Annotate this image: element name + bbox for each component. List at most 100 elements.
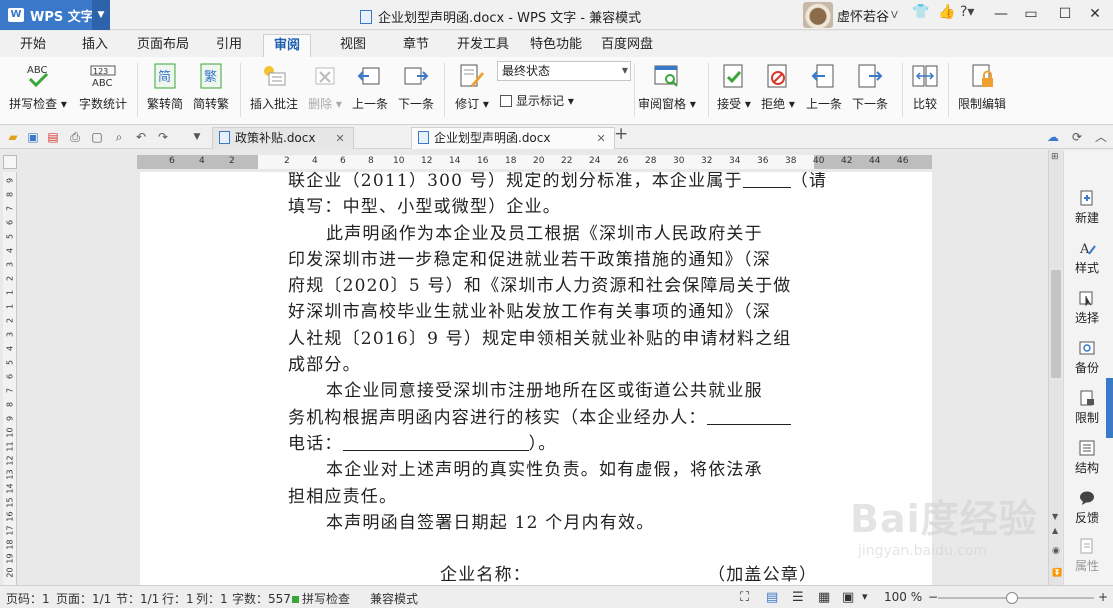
skin-icon[interactable]: 👕 [912,4,929,20]
close-button[interactable]: ✕ [1082,3,1108,25]
outline-view-icon[interactable]: ☰ [792,590,804,605]
wps-menu-button[interactable]: W WPS 文字 ▼ [0,0,110,30]
open-folder-icon[interactable]: ▰ [6,130,20,144]
simp-to-trad-button[interactable]: 繁 简转繁 [190,61,232,117]
zoom-out-icon[interactable]: − [928,590,938,604]
scrollbar-thumb[interactable] [1051,270,1061,378]
svg-text:简: 简 [158,69,171,85]
close-icon[interactable]: ✕ [596,132,605,145]
page-view-icon[interactable]: ▤ [766,590,778,605]
ruler-corner[interactable] [3,155,17,169]
reject-change-button[interactable]: 拒绝 ▾ [758,61,798,117]
word-count-button[interactable]: 123 ABC 字数统计 [76,61,130,117]
select-browse-object-icon[interactable]: ◉ [1052,546,1060,556]
tab-review[interactable]: 审阅 [263,34,312,57]
tab-special-features[interactable]: 特色功能 [520,34,592,57]
scroll-up-icon[interactable]: ▲ [1052,526,1058,535]
status-word-count[interactable]: 字数：557 [232,590,291,607]
scroll-down-icon[interactable]: ▼ [1052,512,1058,521]
status-pages[interactable]: 页面：1/1 [56,590,111,607]
status-section[interactable]: 节：1/1 [116,590,159,607]
tab-insert[interactable]: 插入 [72,34,118,57]
collapse-ribbon-icon[interactable]: ︿ [1094,130,1108,144]
zoom-dropdown-icon[interactable]: ▾ [862,590,868,603]
tab-view[interactable]: 视图 [330,34,376,57]
print-preview-icon[interactable]: ▢ [90,130,104,144]
compare-button[interactable]: 比较 [908,61,942,117]
chevron-down-icon[interactable]: ▼ [92,0,110,30]
review-pane-button[interactable]: 审阅窗格 ▾ [638,61,696,117]
doc-tab-policy-subsidy[interactable]: 政策补贴.docx ✕ [212,127,354,149]
restore-button[interactable]: ▭ [1018,3,1044,25]
cloud-icon[interactable]: ☁ [1046,130,1060,144]
divider [240,63,241,117]
maximize-button[interactable]: ☐ [1052,3,1078,25]
zoom-in-icon[interactable]: + [1098,590,1108,604]
spell-check-button[interactable]: ABC 拼写检查 ▾ [8,61,68,117]
zoom-slider-handle[interactable] [1006,592,1018,604]
undo-icon[interactable]: ↶ [134,130,148,144]
side-style-button[interactable]: A 样式 [1064,240,1110,276]
save-icon[interactable]: ▣ [26,130,40,144]
close-icon[interactable]: ✕ [335,132,344,145]
next-change-button[interactable]: 下一条 [850,61,890,117]
status-spell-check[interactable]: 拼写检查 [292,590,350,607]
status-column[interactable]: 列：1 [196,590,228,607]
help-icon[interactable]: ?▾ [960,4,974,20]
tab-home[interactable]: 开始 [10,34,56,57]
tab-page-layout[interactable]: 页面布局 [127,34,199,57]
user-account[interactable]: 虚怀若谷 V [803,2,898,28]
customize-dropdown-icon[interactable]: ▼ [190,130,204,144]
document-body[interactable]: 联企业（2011）300 号）规定的划分标准，本企业属于 （请 填写：中型、小型或… [288,172,826,585]
tab-chapter[interactable]: 章节 [393,34,439,57]
find-icon[interactable]: ⌕ [112,130,126,144]
prev-change-button[interactable]: 上一条 [804,61,844,117]
show-markup-button[interactable]: 显示标记 ▾ [500,92,574,109]
redo-icon[interactable]: ↷ [156,130,170,144]
side-new-button[interactable]: 新建 [1064,190,1110,226]
horizontal-ruler[interactable]: 6 4 2 2 4 6 8 10 12 14 16 18 20 22 24 26… [137,155,932,169]
side-properties-button[interactable]: 属性 [1064,538,1110,574]
divider [708,63,709,117]
divider [902,63,903,117]
prev-comment-button[interactable]: 上一条 [350,61,390,117]
vertical-ruler[interactable]: 9 8 7 6 5 4 3 2 1 1 2 3 4 5 6 7 8 9 10 1… [3,172,17,585]
next-comment-button[interactable]: 下一条 [396,61,436,117]
insert-comment-icon [261,63,287,89]
feedback-icon[interactable]: 👍 [938,4,955,20]
side-panel-toggle[interactable] [1106,378,1113,438]
side-backup-button[interactable]: 备份 [1064,340,1110,376]
status-page-number[interactable]: 页码：1 [6,590,50,607]
restrict-editing-button[interactable]: 限制编辑 [954,61,1010,117]
accept-change-button[interactable]: 接受 ▾ [714,61,754,117]
vertical-scrollbar[interactable]: ⊞ ▼ ▲ ◉ ⏬ [1048,150,1062,585]
delete-comment-button[interactable]: 删除 ▾ [306,61,344,117]
tab-developer[interactable]: 开发工具 [447,34,519,57]
tab-references[interactable]: 引用 [206,34,252,57]
side-restrict-button[interactable]: 限制 [1064,390,1110,426]
fullscreen-view-icon[interactable]: ⛶ [740,590,749,605]
sync-icon[interactable]: ⟳ [1070,130,1084,144]
prev-arrow-icon [357,63,383,89]
new-tab-icon[interactable]: + [614,126,628,143]
side-select-button[interactable]: 选择 [1064,290,1110,326]
export-pdf-icon[interactable]: ▤ [46,130,60,144]
display-state-select[interactable]: 最终状态 ▼ [497,61,631,81]
zoom-level[interactable]: 100 % [884,590,922,604]
print-icon[interactable]: ⎙ [68,130,82,144]
minimize-button[interactable]: — [988,3,1014,25]
trad-to-simp-button[interactable]: 简 繁转简 [144,61,186,117]
chevron-down-icon[interactable]: V [891,10,898,21]
side-structure-button[interactable]: 结构 [1064,440,1110,476]
side-feedback-button[interactable]: 反馈 [1064,490,1110,526]
doc-tab-enterprise-declaration[interactable]: 企业划型声明函.docx ✕ [411,127,615,149]
document-page[interactable]: 联企业（2011）300 号）规定的划分标准，本企业属于 （请 填写：中型、小型或… [140,172,932,585]
tab-baidu-netdisk[interactable]: 百度网盘 [591,34,663,57]
status-row[interactable]: 行：1 [162,590,194,607]
split-view-icon[interactable]: ⊞ [1051,152,1059,162]
reading-view-icon[interactable]: ▣ [842,590,854,605]
insert-comment-button[interactable]: 插入批注 [248,61,300,117]
track-changes-button[interactable]: 修订 ▾ [452,61,492,117]
next-page-icon[interactable]: ⏬ [1052,568,1062,577]
web-view-icon[interactable]: ▦ [818,590,830,605]
